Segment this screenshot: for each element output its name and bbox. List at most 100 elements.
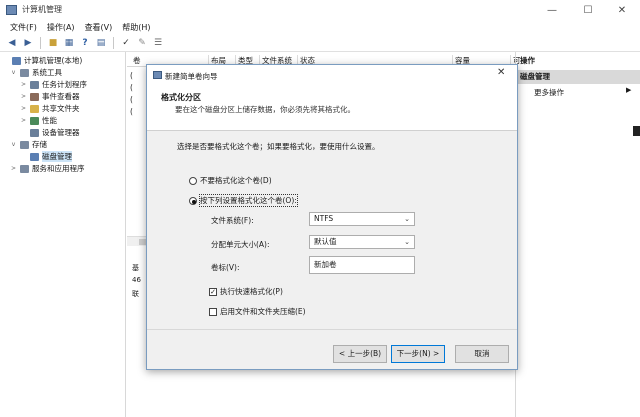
expand-icon[interactable]: > <box>20 93 27 100</box>
cancel-button[interactable]: 取消 <box>455 345 509 363</box>
file-system-label: 文件系统(F): <box>211 216 254 225</box>
tree-item-label: 服务和应用程序 <box>32 164 85 173</box>
performance-icon <box>30 116 39 125</box>
file-system-select[interactable]: NTFS ⌄ <box>309 212 415 226</box>
dialog-title-bar: 新建简单卷向导 ✕ <box>147 65 517 85</box>
close-button[interactable]: ✕ <box>604 0 640 20</box>
volume-row[interactable]: ( <box>130 95 133 104</box>
tree-item-label: 共享文件夹 <box>42 104 80 113</box>
tree-item-label: 性能 <box>42 116 57 125</box>
computer-icon <box>12 56 21 65</box>
radio-indicator[interactable] <box>189 196 197 205</box>
compression-checkbox[interactable]: 启用文件和文件夹压缩(E) <box>209 306 306 317</box>
radio-do-not-format[interactable]: 不要格式化这个卷(D) <box>189 175 272 186</box>
scrollbar-edge <box>633 126 640 136</box>
allocation-unit-label: 分配单元大小(A): <box>211 240 270 249</box>
maximize-button[interactable]: ☐ <box>570 0 606 20</box>
window-title: 计算机管理 <box>22 5 62 14</box>
quick-format-checkbox[interactable]: ✓ 执行快速格式化(P) <box>209 286 283 297</box>
forward-icon[interactable]: ▶ <box>22 37 34 49</box>
tree-item-label: 存储 <box>32 140 47 149</box>
event-viewer-icon <box>30 92 39 101</box>
toolbar-separator <box>40 36 41 49</box>
step-heading: 格式化分区 <box>161 93 201 102</box>
export-icon[interactable]: ✎ <box>136 37 148 49</box>
tree-item-label: 磁盘管理 <box>42 151 72 162</box>
check-icon[interactable]: ✓ <box>120 37 132 49</box>
new-simple-volume-wizard: 新建简单卷向导 ✕ 格式化分区 要在这个磁盘分区上储存数据，你必须先将其格式化。… <box>146 64 518 370</box>
back-icon[interactable]: ◀ <box>6 37 18 49</box>
properties-icon[interactable]: ▤ <box>95 37 107 49</box>
radio-format-with-settings[interactable]: 按下列设置格式化这个卷(O): <box>189 194 298 207</box>
tree-item-label: 设备管理器 <box>42 128 80 137</box>
tree-item-label: 事件查看器 <box>42 92 80 101</box>
tree-item-system-tools[interactable]: v 系统工具 <box>10 67 62 78</box>
volume-label-input[interactable]: 新加卷 <box>309 256 415 274</box>
step-subheading: 要在这个磁盘分区上储存数据，你必须先将其格式化。 <box>175 105 355 114</box>
tree-item-performance[interactable]: > 性能 <box>20 115 57 126</box>
collapse-icon[interactable]: v <box>10 141 17 148</box>
radio-label: 不要格式化这个卷(D) <box>200 176 272 185</box>
volume-row[interactable]: ( <box>130 107 133 116</box>
show-tree-icon[interactable]: ▦ <box>63 37 75 49</box>
radio-indicator[interactable] <box>189 176 197 185</box>
disk-info-text: 基 <box>132 264 139 272</box>
disk-info-text: 46 <box>132 276 141 284</box>
next-button[interactable]: 下一步(N) > <box>391 345 445 363</box>
volume-row[interactable]: ( <box>130 71 133 80</box>
tree-item-task-scheduler[interactable]: > 任务计划程序 <box>20 79 87 90</box>
footer-divider <box>147 329 517 330</box>
storage-icon <box>20 140 29 149</box>
chevron-down-icon: ⌄ <box>404 238 410 246</box>
menu-help[interactable]: 帮助(H) <box>122 22 150 33</box>
checkbox-box[interactable] <box>209 307 217 316</box>
actions-pane: 操作 磁盘管理 更多操作 ▶ <box>515 52 640 417</box>
tree-item-event-viewer[interactable]: > 事件查看器 <box>20 91 80 102</box>
tools-icon <box>20 68 29 77</box>
actions-section-disk-management[interactable]: 磁盘管理 <box>516 70 640 84</box>
menu-action[interactable]: 操作(A) <box>47 22 75 33</box>
tree-item-label: 计算机管理(本地) <box>24 56 83 65</box>
allocation-unit-select[interactable]: 默认值 ⌄ <box>309 235 415 249</box>
help-icon[interactable]: ? <box>79 37 91 49</box>
close-icon[interactable]: ✕ <box>497 67 505 78</box>
chevron-down-icon: ⌄ <box>404 215 410 223</box>
tree-item-services-apps[interactable]: > 服务和应用程序 <box>10 163 85 174</box>
back-button[interactable]: < 上一步(B) <box>333 345 387 363</box>
tree-item-label: 系统工具 <box>32 68 62 77</box>
expand-icon[interactable]: > <box>20 105 27 112</box>
chevron-right-icon[interactable]: ▶ <box>626 86 631 94</box>
minimize-button[interactable]: — <box>534 0 570 20</box>
services-icon <box>20 164 29 173</box>
volume-row[interactable]: ( <box>130 83 133 92</box>
more-actions-link[interactable]: 更多操作 <box>534 87 564 98</box>
wizard-icon <box>153 71 162 79</box>
expand-icon[interactable]: > <box>20 117 27 124</box>
navigation-tree: 计算机管理(本地) v 系统工具 > 任务计划程序 > 事件查看器 > 共享文件… <box>0 52 126 417</box>
device-manager-icon <box>30 128 39 137</box>
collapse-icon[interactable]: v <box>10 69 17 76</box>
tree-item-device-manager[interactable]: 设备管理器 <box>20 127 80 138</box>
tree-item-disk-management[interactable]: 磁盘管理 <box>20 151 72 162</box>
file-system-value: NTFS <box>314 214 334 223</box>
computer-management-icon <box>6 5 17 15</box>
menu-view[interactable]: 查看(V) <box>85 22 113 33</box>
step-prompt: 选择是否要格式化这个卷；如果要格式化，要使用什么设置。 <box>177 142 380 151</box>
radio-label: 按下列设置格式化这个卷(O): <box>199 194 298 207</box>
expand-icon[interactable]: > <box>20 81 27 88</box>
toolbar: ◀ ▶ ■ ▦ ? ▤ ✓ ✎ ☰ <box>0 34 640 52</box>
tree-item-computer-management[interactable]: 计算机管理(本地) <box>2 55 82 66</box>
disk-icon <box>30 152 39 161</box>
list-icon[interactable]: ☰ <box>152 37 164 49</box>
menu-file[interactable]: 文件(F) <box>10 22 37 33</box>
tree-item-storage[interactable]: v 存储 <box>10 139 47 150</box>
title-bar: 计算机管理 — ☐ ✕ <box>0 0 640 20</box>
tree-item-label: 任务计划程序 <box>42 80 87 89</box>
checkbox-label: 执行快速格式化(P) <box>220 287 283 296</box>
up-folder-icon[interactable]: ■ <box>47 37 59 49</box>
checkbox-label: 启用文件和文件夹压缩(E) <box>220 307 306 316</box>
checkbox-box[interactable]: ✓ <box>209 287 217 296</box>
expand-icon[interactable]: > <box>10 165 17 172</box>
tree-item-shared-folders[interactable]: > 共享文件夹 <box>20 103 80 114</box>
toolbar-separator <box>113 36 114 49</box>
